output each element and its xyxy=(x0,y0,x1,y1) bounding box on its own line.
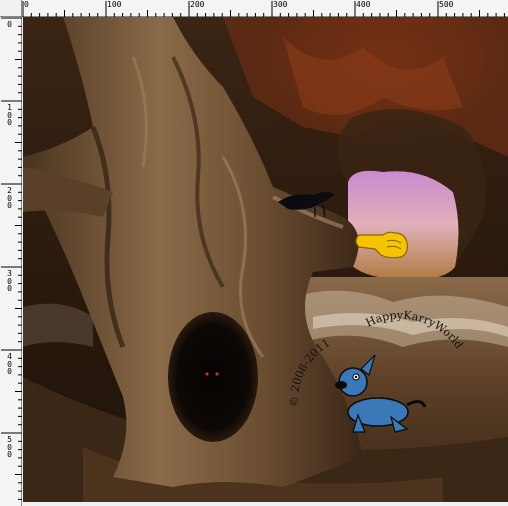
vruler-label-200: 200 xyxy=(7,186,12,210)
vertical-ruler-ticks xyxy=(1,17,22,500)
ruler-label-100: 100 xyxy=(107,0,122,9)
tree-hollow xyxy=(168,312,258,442)
vruler-label-500: 500 xyxy=(7,435,12,459)
ruler-label-400: 400 xyxy=(356,0,371,9)
ruler-corner xyxy=(0,0,22,17)
vruler-label-400: 400 xyxy=(7,352,12,376)
vruler-label-0: 0 xyxy=(7,20,12,29)
vertical-ruler[interactable]: 0 100 200 300 400 500 xyxy=(0,17,22,506)
horizontal-ruler-ticks xyxy=(22,1,505,17)
vruler-label-100: 100 xyxy=(7,103,12,127)
ruler-label-200: 200 xyxy=(190,0,205,9)
ruler-label-300: 300 xyxy=(273,0,288,9)
ruler-label-0: 0 xyxy=(24,0,29,9)
vruler-label-300: 300 xyxy=(7,269,12,293)
horizontal-ruler[interactable]: 0 100 200 300 400 500 xyxy=(22,0,508,17)
fantasy-tree-image: © 2008-2011 HappyKarryWorld xyxy=(23,17,508,502)
cave-opening xyxy=(348,170,459,280)
image-canvas[interactable]: © 2008-2011 HappyKarryWorld xyxy=(23,17,508,502)
ruler-label-500: 500 xyxy=(439,0,454,9)
